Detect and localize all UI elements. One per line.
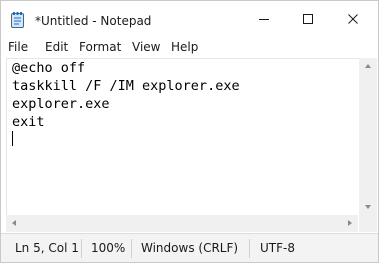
menu-bar: File Edit Format View Help xyxy=(1,37,378,58)
notepad-window: *Untitled - Notepad File Edit Format Vie… xyxy=(0,0,379,263)
scroll-down-arrow-icon[interactable] xyxy=(359,201,377,213)
minimize-icon xyxy=(259,19,269,20)
encoding: UTF-8 xyxy=(260,241,295,255)
editor-line: taskkill /F /IM explorer.exe xyxy=(12,78,240,94)
close-icon xyxy=(348,14,358,24)
editor-line: exit xyxy=(12,114,45,130)
minimize-button[interactable] xyxy=(241,1,287,37)
notepad-app-icon xyxy=(11,12,24,28)
window-title: *Untitled - Notepad xyxy=(35,14,152,28)
menu-file[interactable]: File xyxy=(8,39,28,55)
line-ending: Windows (CRLF) xyxy=(141,241,239,255)
menu-view[interactable]: View xyxy=(132,39,160,55)
editor-line: @echo off xyxy=(12,60,86,76)
editor-line: explorer.exe xyxy=(12,96,110,112)
menu-format[interactable]: Format xyxy=(79,39,121,55)
maximize-button[interactable] xyxy=(285,1,331,37)
scrollbar-corner xyxy=(359,215,377,232)
status-separator xyxy=(81,239,82,258)
status-bar: Ln 5, Col 1 100% Windows (CRLF) UTF-8 xyxy=(1,233,378,262)
title-bar[interactable]: *Untitled - Notepad xyxy=(1,1,378,37)
scroll-right-arrow-icon[interactable] xyxy=(344,215,356,232)
zoom-level: 100% xyxy=(91,241,126,255)
maximize-icon xyxy=(303,14,313,24)
text-editor-area[interactable]: @echo off taskkill /F /IM explorer.exe e… xyxy=(6,58,359,216)
menu-help[interactable]: Help xyxy=(171,39,198,55)
close-button[interactable] xyxy=(330,1,376,37)
status-separator xyxy=(131,239,132,258)
horizontal-scrollbar[interactable] xyxy=(6,215,358,232)
scroll-up-arrow-icon[interactable] xyxy=(359,60,377,72)
text-caret xyxy=(12,131,13,146)
status-separator xyxy=(249,239,250,258)
menu-edit[interactable]: Edit xyxy=(45,39,68,55)
scroll-left-arrow-icon[interactable] xyxy=(8,215,20,232)
cursor-position: Ln 5, Col 1 xyxy=(15,241,79,255)
vertical-scrollbar[interactable] xyxy=(359,58,377,215)
